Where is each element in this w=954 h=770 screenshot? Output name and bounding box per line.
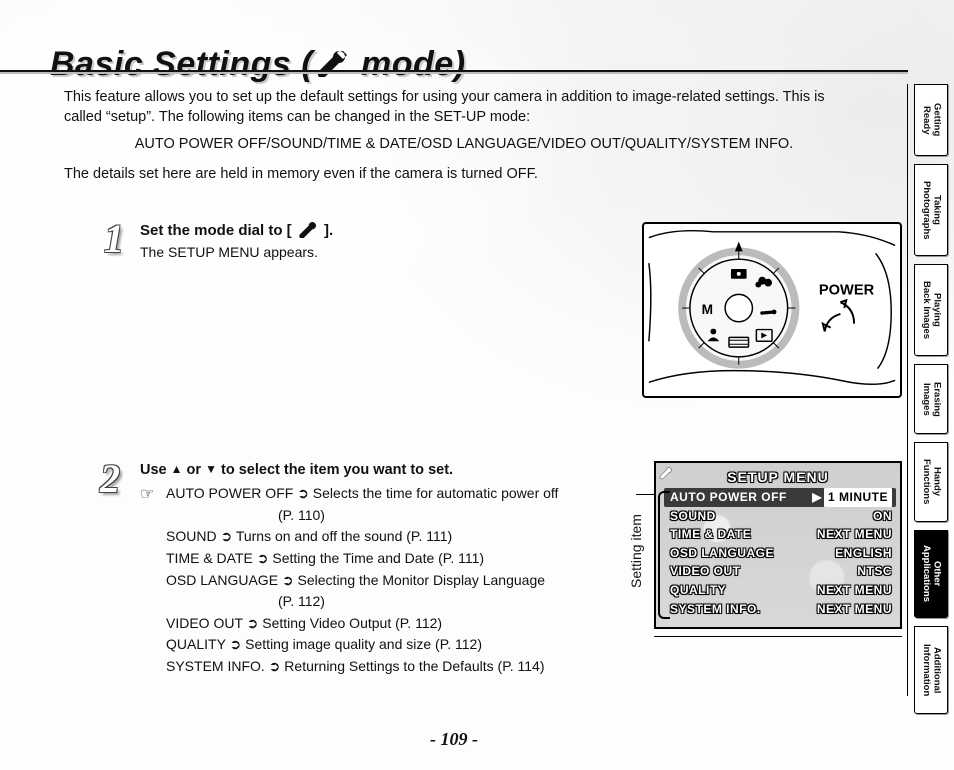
tab-taking-photographs[interactable]: Taking Photographs	[914, 164, 948, 256]
menu-row: TIME & DATE NEXT MENU	[670, 525, 892, 544]
step-1-headline: Set the mode dial to [ ].	[140, 222, 333, 242]
step-2-headline-a: Use	[140, 462, 171, 478]
tabs-divider	[907, 84, 908, 696]
menu-value: 1 MINUTE	[824, 488, 892, 507]
tab-handy-functions[interactable]: Handy Functions	[914, 442, 948, 522]
list-item: (P. 110)	[278, 506, 558, 526]
setup-menu-title: SETUP MENU	[656, 469, 900, 485]
list-item: AUTO POWER OFF ➲ Selects the time for au…	[166, 484, 558, 504]
menu-row: VIDEO OUT NTSC	[670, 562, 892, 581]
intro-p2: The details set here are held in memory …	[64, 165, 864, 185]
tab-getting-ready[interactable]: Getting Ready	[914, 84, 948, 156]
wrench-icon	[296, 225, 320, 242]
menu-key: OSD LANGUAGE	[670, 544, 774, 563]
title-suffix: mode)	[351, 45, 465, 83]
intro-capline: AUTO POWER OFF/SOUND/TIME & DATE/OSD LAN…	[64, 135, 864, 155]
step-1-number: 1	[104, 215, 124, 262]
step-1-headline-b: ].	[320, 222, 333, 239]
svg-text:M: M	[702, 302, 713, 317]
pointing-hand-icon: ☞	[140, 484, 166, 678]
menu-value: NEXT MENU	[817, 600, 892, 619]
setting-item-label: Setting item	[628, 514, 644, 588]
manual-page: Basic Settings ( mode) This feature allo…	[0, 0, 954, 770]
setup-underline	[654, 636, 902, 637]
setup-menu-screenshot: SETUP MENU AUTO POWER OFF ▶1 MINUTE SOUN…	[654, 461, 902, 629]
step-2-headline-c: to select the item you want to set.	[217, 462, 453, 478]
list-item: SYSTEM INFO. ➲ Returning Settings to the…	[166, 657, 558, 677]
setting-item-leader-line	[636, 494, 654, 495]
menu-key: SYSTEM INFO.	[670, 600, 761, 619]
list-item: OSD LANGUAGE ➲ Selecting the Monitor Dis…	[166, 571, 558, 591]
wrench-icon	[313, 47, 351, 86]
menu-value: NEXT MENU	[817, 525, 892, 544]
menu-key: QUALITY	[670, 581, 726, 600]
list-item: QUALITY ➲ Setting image quality and size…	[166, 635, 558, 655]
menu-value: ON	[873, 507, 892, 526]
tab-label: Handy Functions	[921, 453, 942, 510]
menu-row: OSD LANGUAGE ENGLISH	[670, 544, 892, 563]
menu-value: NTSC	[857, 562, 892, 581]
tab-label: Erasing Images	[921, 376, 942, 423]
menu-row: SYSTEM INFO. NEXT MENU	[670, 600, 892, 619]
menu-row: SOUND ON	[670, 507, 892, 526]
tab-erasing-images[interactable]: Erasing Images	[914, 364, 948, 434]
page-title: Basic Settings ( mode)	[50, 45, 466, 86]
tab-label: Other Applications	[921, 539, 942, 608]
list-item: VIDEO OUT ➲ Setting Video Output (P. 112…	[166, 614, 558, 634]
page-number: - 109 -	[0, 729, 908, 750]
tab-label: Additional Information	[921, 638, 942, 702]
menu-key: AUTO POWER OFF	[670, 488, 787, 507]
list-item: TIME & DATE ➲ Setting the Time and Date …	[166, 549, 558, 569]
step-2-item-list: AUTO POWER OFF ➲ Selects the time for au…	[166, 484, 558, 678]
step-1-subtext: The SETUP MENU appears.	[140, 244, 333, 260]
menu-value: NEXT MENU	[817, 581, 892, 600]
tab-label: Getting Ready	[921, 97, 942, 142]
tab-other-applications[interactable]: Other Applications	[914, 530, 948, 618]
menu-row-selected: AUTO POWER OFF ▶1 MINUTE	[664, 488, 896, 507]
title-prefix: Basic Settings (	[50, 45, 313, 83]
step-2-headline-b: or	[183, 462, 206, 478]
menu-key: VIDEO OUT	[670, 562, 741, 581]
step-2-headline: Use ▲ or ▼ to select the item you want t…	[140, 460, 630, 480]
step-1-headline-a: Set the mode dial to [	[140, 222, 296, 239]
thumb-tabs: Getting Ready Taking Photographs Playing…	[914, 84, 948, 722]
pointer-icon: ▶	[812, 488, 822, 507]
down-triangle-icon: ▼	[205, 462, 217, 476]
setup-menu-list: AUTO POWER OFF ▶1 MINUTE SOUND ON TIME & …	[670, 488, 892, 618]
menu-row: QUALITY NEXT MENU	[670, 581, 892, 600]
menu-bracket-icon	[658, 491, 670, 619]
menu-key: SOUND	[670, 507, 716, 526]
up-triangle-icon: ▲	[171, 462, 183, 476]
tab-label: Playing Back Images	[921, 275, 942, 345]
list-item: (P. 112)	[278, 592, 558, 612]
camera-illustration: M POWER	[642, 222, 902, 398]
intro-block: This feature allows you to set up the de…	[64, 88, 864, 184]
tab-playing-back-images[interactable]: Playing Back Images	[914, 264, 948, 356]
tab-additional-information[interactable]: Additional Information	[914, 626, 948, 714]
intro-p1: This feature allows you to set up the de…	[64, 88, 864, 127]
wrench-icon	[658, 465, 674, 486]
list-item: SOUND ➲ Turns on and off the sound (P. 1…	[166, 527, 558, 547]
step-2-text: Use ▲ or ▼ to select the item you want t…	[140, 460, 630, 679]
menu-key: TIME & DATE	[670, 525, 751, 544]
step-2-items-row: ☞ AUTO POWER OFF ➲ Selects the time for …	[140, 484, 630, 678]
title-underline	[0, 70, 908, 72]
step-1-text: Set the mode dial to [ ]. The SETUP MENU…	[140, 222, 333, 260]
step-2-number: 2	[100, 455, 120, 502]
tab-label: Taking Photographs	[921, 175, 942, 246]
power-label: POWER	[819, 282, 875, 298]
menu-value: ENGLISH	[835, 544, 892, 563]
